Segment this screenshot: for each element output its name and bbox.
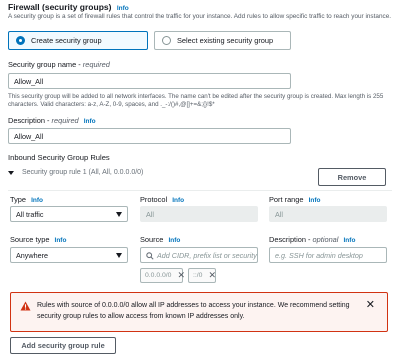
sg-name-required: required [82, 60, 110, 69]
port-range-label-text: Port range [269, 195, 304, 204]
port-range-label: Port range Info [269, 195, 321, 204]
radio-selected-icon [16, 36, 25, 45]
select-existing-security-group-option[interactable]: Select existing security group [154, 31, 291, 50]
rule-description-placeholder: e.g. SSH for admin desktop [275, 250, 363, 260]
add-security-group-rule-button[interactable]: Add security group rule [10, 337, 116, 354]
source-type-select[interactable]: Anywhere [10, 247, 128, 263]
port-range-info-link[interactable]: Info [309, 197, 321, 204]
firewall-section-title: Firewall (security groups) Info [8, 2, 129, 12]
rule-divider [8, 190, 392, 191]
open-access-warning: Rules with source of 0.0.0.0/0 allow all… [10, 292, 388, 332]
protocol-info-link[interactable]: Info [172, 197, 184, 204]
firewall-info-link[interactable]: Info [117, 5, 129, 12]
protocol-label-text: Protocol [140, 195, 168, 204]
type-select-value: All traffic [16, 209, 44, 219]
source-label: Source Info [140, 235, 180, 244]
source-chip-ipv6: ::/0 ✕ [188, 268, 216, 283]
protocol-value: All [146, 209, 154, 219]
firewall-title-text: Firewall (security groups) [8, 2, 112, 12]
source-chip-ipv4: 0.0.0.0/0 ✕ [140, 268, 185, 283]
sg-description-required: required [51, 116, 79, 125]
source-placeholder: Add CIDR, prefix list or security [157, 250, 257, 260]
port-range-value: All [275, 209, 283, 219]
rule-description-info-link[interactable]: Info [344, 237, 356, 244]
remove-chip-icon[interactable]: ✕ [177, 270, 185, 281]
type-label: Type Info [10, 195, 43, 204]
source-info-link[interactable]: Info [168, 237, 180, 244]
sg-description-label: Description - required Info [8, 116, 96, 125]
sg-description-label-text: Description - [8, 116, 52, 125]
sg-description-input[interactable]: Allow_All [8, 128, 291, 144]
dropdown-arrow-icon [116, 212, 122, 217]
create-security-group-label: Create security group [31, 36, 102, 45]
rule-description-label-text: Description - [269, 235, 313, 244]
sg-name-input[interactable]: Allow_All [8, 73, 291, 89]
source-input[interactable]: Add CIDR, prefix list or security [140, 247, 258, 263]
type-info-link[interactable]: Info [31, 197, 43, 204]
rule-description-optional: optional [312, 235, 339, 244]
source-type-label: Source type Info [10, 235, 66, 244]
sg-name-label: Security group name - required [8, 60, 110, 69]
protocol-field: All [140, 206, 258, 222]
warning-text: Rules with source of 0.0.0.0/0 allow all… [37, 302, 350, 320]
source-type-value: Anywhere [16, 250, 48, 260]
close-icon[interactable]: ✕ [366, 298, 375, 311]
source-chip-ipv4-text: 0.0.0.0/0 [145, 272, 172, 279]
sg-name-label-text: Security group name - [8, 60, 83, 69]
firewall-description: A security group is a set of firewall ru… [8, 13, 392, 20]
remove-chip-icon[interactable]: ✕ [208, 270, 216, 281]
rule-1-title: Security group rule 1 (All, All, 0.0.0.0… [22, 169, 144, 176]
caret-down-icon[interactable] [8, 170, 14, 175]
rule-1-header[interactable]: Security group rule 1 (All, All, 0.0.0.0… [8, 169, 143, 176]
type-select[interactable]: All traffic [10, 206, 128, 222]
remove-rule-button[interactable]: Remove [318, 168, 386, 186]
radio-unselected-icon [162, 36, 171, 45]
source-type-label-text: Source type [10, 235, 50, 244]
rule-description-label: Description - optional Info [269, 235, 355, 244]
inbound-rules-heading: Inbound Security Group Rules [8, 153, 110, 162]
warning-icon [20, 301, 31, 311]
create-security-group-option[interactable]: Create security group [8, 31, 148, 50]
type-label-text: Type [10, 195, 27, 204]
sg-description-value: Allow_All [14, 131, 44, 141]
source-chip-ipv6-text: ::/0 [193, 272, 203, 279]
sg-description-info-link[interactable]: Info [84, 118, 96, 125]
rule-description-input[interactable]: e.g. SSH for admin desktop [269, 247, 387, 263]
sg-name-hint: This security group will be added to all… [8, 93, 384, 108]
port-range-field: All [269, 206, 387, 222]
source-type-info-link[interactable]: Info [55, 237, 67, 244]
protocol-label: Protocol Info [140, 195, 184, 204]
dropdown-arrow-icon [116, 253, 122, 258]
select-existing-security-group-label: Select existing security group [177, 36, 274, 45]
search-icon [146, 252, 154, 260]
source-label-text: Source [140, 235, 164, 244]
sg-name-value: Allow_All [14, 76, 44, 86]
